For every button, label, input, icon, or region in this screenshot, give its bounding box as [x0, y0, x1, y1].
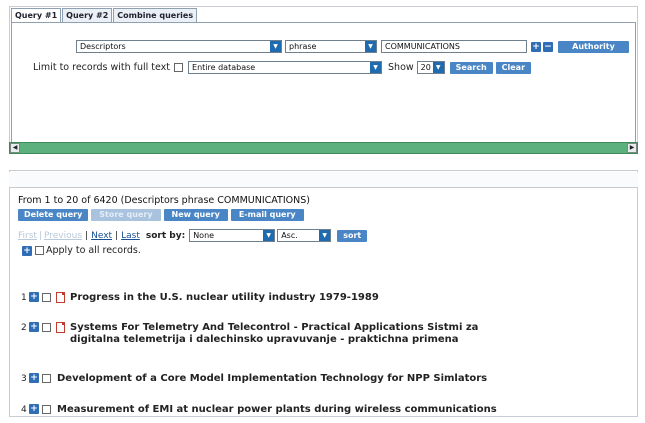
previous-page-link: Previous: [44, 230, 83, 241]
first-page-link: First: [18, 230, 37, 241]
new-query-button[interactable]: New query: [163, 209, 228, 221]
fulltext-checkbox[interactable]: [174, 63, 184, 72]
expand-record-icon[interactable]: +: [29, 373, 39, 383]
show-label: Show: [388, 62, 414, 73]
tab-combine-queries[interactable]: Combine queries: [113, 8, 198, 22]
record-title[interactable]: Progress in the U.S. nuclear utility ind…: [70, 292, 379, 304]
sort-button[interactable]: sort: [337, 229, 368, 242]
record-number: 4: [21, 405, 27, 415]
apply-all-row: + Apply to all records.: [22, 245, 628, 256]
expand-record-icon[interactable]: +: [29, 404, 39, 414]
record-number: 2: [21, 323, 27, 333]
pdf-icon[interactable]: [56, 292, 65, 303]
results-area: From 1 to 20 of 6420 (Descriptors phrase…: [18, 195, 628, 256]
field-select-value: Descriptors: [80, 42, 126, 51]
separator: |: [85, 230, 89, 241]
record-number: 3: [21, 374, 27, 384]
record-title-block: Systems For Telemetry And Telecontrol - …: [70, 322, 478, 346]
delete-query-button[interactable]: Delete query: [18, 209, 89, 221]
record-title-continued[interactable]: digitalna telemetrija i dalechinsko upra…: [70, 334, 478, 346]
tab-query-2[interactable]: Query #2: [62, 8, 113, 22]
apply-all-label: Apply to all records.: [46, 245, 141, 256]
show-count-select[interactable]: 20 ▼: [416, 61, 445, 74]
sort-label: sort by:: [145, 230, 186, 241]
expand-all-icon[interactable]: +: [22, 245, 32, 256]
fulltext-label: Limit to records with full text: [33, 62, 171, 73]
email-query-button[interactable]: E-mail query: [230, 209, 304, 221]
chevron-down-icon: ▼: [270, 41, 281, 52]
sort-field-select[interactable]: None ▼: [189, 229, 276, 242]
record-number: 1: [21, 293, 27, 303]
query-actions: Delete query Store query New query E-mai…: [18, 209, 628, 221]
expand-record-icon[interactable]: +: [29, 292, 39, 302]
remove-row-icon[interactable]: −: [543, 41, 553, 52]
add-row-icon[interactable]: +: [531, 41, 541, 52]
record-checkbox[interactable]: [42, 405, 51, 414]
search-button[interactable]: Search: [449, 61, 493, 74]
sort-order-select[interactable]: Asc. ▼: [277, 229, 332, 242]
paging-bar: First | Previous | Next | Last sort by: …: [18, 229, 628, 242]
list-item: 4 + Measurement of EMI at nuclear power …: [21, 404, 497, 416]
record-checkbox[interactable]: [42, 374, 51, 383]
spacer-band: [9, 154, 638, 171]
operator-select-value: phrase: [289, 42, 317, 51]
scroll-right-icon[interactable]: ▶: [627, 143, 637, 153]
chevron-down-icon: ▼: [370, 62, 382, 73]
pdf-icon[interactable]: [56, 322, 65, 333]
search-panel: Descriptors ▼ phrase ▼ COMMUNICATIONS + …: [11, 22, 636, 150]
last-page-link[interactable]: Last: [121, 231, 140, 241]
search-row: Descriptors ▼ phrase ▼ COMMUNICATIONS + …: [76, 40, 629, 53]
show-count-value: 20: [420, 63, 431, 72]
search-term-input[interactable]: COMMUNICATIONS: [381, 40, 527, 53]
filter-row: Limit to records with full text Entire d…: [33, 61, 532, 74]
database-select-value: Entire database: [192, 63, 256, 72]
chevron-down-icon: ▼: [319, 230, 331, 241]
list-item: 1 + Progress in the U.S. nuclear utility…: [21, 292, 379, 304]
database-select[interactable]: Entire database ▼: [188, 61, 383, 74]
scroll-left-icon[interactable]: ◀: [10, 143, 20, 153]
separator: |: [115, 230, 119, 241]
expand-record-icon[interactable]: +: [29, 322, 39, 332]
horizontal-scrollbar[interactable]: ◀ ▶: [9, 142, 638, 154]
chevron-down-icon: ▼: [263, 230, 275, 241]
record-checkbox[interactable]: [42, 323, 51, 332]
list-item: 3 + Development of a Core Model Implemen…: [21, 373, 487, 385]
sort-field-value: None: [193, 231, 215, 240]
sort-order-value: Asc.: [281, 231, 298, 240]
chevron-down-icon: ▼: [432, 62, 444, 73]
record-title[interactable]: Systems For Telemetry And Telecontrol - …: [70, 322, 478, 334]
store-query-button: Store query: [91, 209, 161, 221]
clear-button[interactable]: Clear: [495, 61, 532, 74]
authority-button[interactable]: Authority: [558, 40, 629, 53]
query-tabs: Query #1 Query #2 Combine queries: [11, 8, 198, 22]
list-item: 2 + Systems For Telemetry And Telecontro…: [21, 322, 478, 346]
record-checkbox[interactable]: [42, 293, 51, 302]
next-page-link[interactable]: Next: [91, 231, 112, 241]
spacer-band: [9, 172, 638, 188]
chevron-down-icon: ▼: [365, 41, 376, 52]
tab-query-1[interactable]: Query #1: [11, 8, 62, 22]
separator: |: [38, 230, 42, 241]
results-summary: From 1 to 20 of 6420 (Descriptors phrase…: [18, 195, 310, 206]
operator-select[interactable]: phrase ▼: [285, 40, 377, 53]
apply-all-checkbox[interactable]: [35, 246, 44, 255]
record-title[interactable]: Measurement of EMI at nuclear power plan…: [57, 404, 497, 416]
field-select[interactable]: Descriptors ▼: [76, 40, 282, 53]
record-title[interactable]: Development of a Core Model Implementati…: [57, 373, 487, 385]
